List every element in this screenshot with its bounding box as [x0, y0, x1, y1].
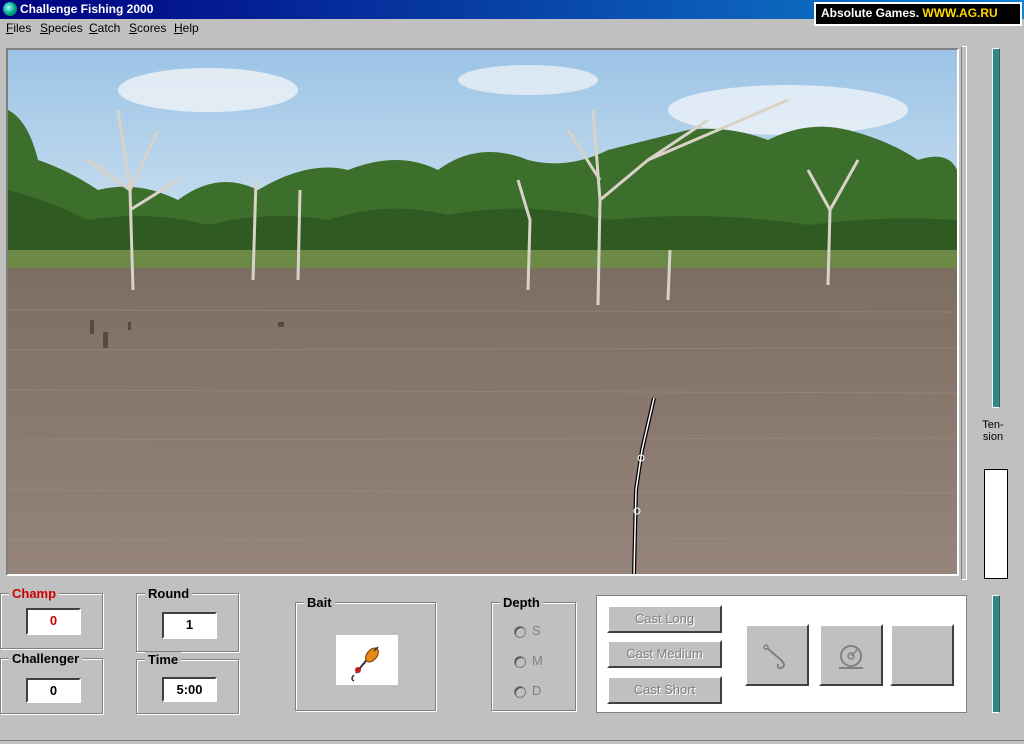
banner-url: WWW.AG.RU [922, 6, 998, 20]
round-value: 1 [162, 612, 217, 639]
round-group: Round 1 [136, 586, 239, 652]
time-group: Time 5:00 [136, 652, 239, 714]
fishing-scene[interactable] [6, 48, 959, 576]
blank-action-button[interactable] [890, 624, 954, 686]
reel-icon [839, 645, 863, 669]
lake-view [8, 50, 957, 574]
bait-selector[interactable] [336, 635, 398, 685]
round-label: Round [145, 586, 193, 601]
reel-button[interactable] [819, 624, 883, 686]
scene-frame [961, 46, 967, 580]
bait-group: Bait [295, 595, 436, 711]
depth-label: Depth [500, 595, 543, 610]
spinner-lure-icon [351, 646, 379, 682]
champ-group: Champ 0 [0, 586, 103, 649]
hook-button[interactable] [745, 624, 809, 686]
depth-medium-radio[interactable]: M [514, 653, 543, 668]
depth-deep-radio[interactable]: D [514, 683, 541, 698]
tension-label: Ten- sion [982, 419, 1004, 443]
cast-panel: Cast Long Cast Medium Cast Short [596, 595, 967, 713]
tension-meter-top [992, 48, 1000, 408]
champ-label: Champ [9, 586, 60, 601]
challenger-group: Challenger 0 [0, 651, 103, 714]
tension-meter-bottom [992, 595, 1000, 713]
app-icon[interactable] [3, 2, 17, 16]
banner-brand: Absolute Games. [821, 6, 920, 20]
bait-label: Bait [304, 595, 335, 610]
menu-catch[interactable]: Catch [89, 21, 120, 35]
challenger-score: 0 [26, 678, 81, 703]
time-label: Time [145, 652, 182, 667]
window-title: Challenge Fishing 2000 [20, 2, 154, 16]
challenger-label: Challenger [9, 651, 83, 666]
bottom-divider [0, 740, 1024, 741]
hook-icon [763, 644, 785, 670]
time-value: 5:00 [162, 677, 217, 702]
menu-help[interactable]: Help [174, 21, 199, 35]
menu-species[interactable]: Species [40, 21, 83, 35]
cast-medium-button[interactable]: Cast Medium [607, 640, 722, 668]
menu-files[interactable]: Files [6, 21, 31, 35]
cast-short-button[interactable]: Cast Short [607, 676, 722, 704]
tension-indicator [984, 469, 1008, 579]
ad-banner[interactable]: Absolute Games. WWW.AG.RU [814, 2, 1022, 26]
menu-bar: Files Species Catch Scores Help [0, 19, 810, 38]
depth-group: Depth S M D [491, 595, 576, 711]
cast-long-button[interactable]: Cast Long [607, 605, 722, 633]
menu-scores[interactable]: Scores [129, 21, 166, 35]
champ-score: 0 [26, 608, 81, 635]
depth-shallow-radio[interactable]: S [514, 623, 541, 638]
